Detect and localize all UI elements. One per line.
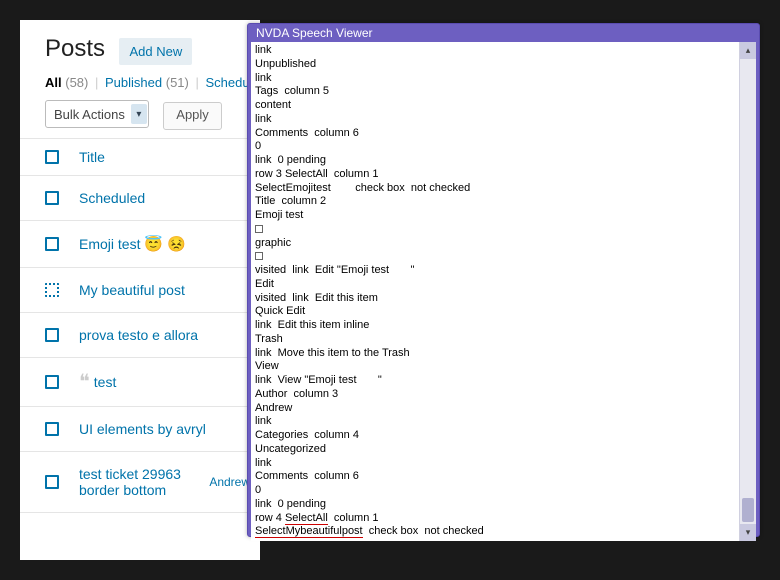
filter-all[interactable]: All [45, 75, 62, 90]
table-row: prova testo e allora [20, 312, 260, 357]
table-row: My beautiful post [20, 267, 260, 312]
apply-button[interactable]: Apply [163, 102, 222, 130]
posts-table: Title Scheduled Emoji test 😇 😣 My beauti… [20, 138, 260, 513]
page-header: Posts Add New [20, 20, 260, 75]
emoji-icon: 😇 😣 [144, 236, 186, 253]
row-checkbox[interactable] [45, 191, 59, 205]
column-title[interactable]: Title [79, 149, 105, 165]
filter-published-count: (51) [166, 75, 189, 90]
post-link[interactable]: test ticket 29963 border bottom [79, 466, 209, 498]
chevron-down-icon: ▾ [131, 104, 147, 124]
scroll-track[interactable] [740, 59, 756, 524]
post-link[interactable]: My beautiful post [79, 282, 185, 298]
row-checkbox[interactable] [45, 475, 59, 489]
post-link[interactable]: prova testo e allora [79, 327, 198, 343]
status-filters: All (58) | Published (51) | Schedu [20, 75, 260, 100]
bulk-actions-select[interactable]: Bulk Actions ▾ [45, 100, 149, 128]
row-checkbox-focused[interactable] [45, 283, 59, 297]
nvda-title: NVDA Speech Viewer [256, 26, 373, 40]
scroll-up-button[interactable]: ▴ [740, 42, 756, 59]
page-title: Posts [45, 35, 105, 63]
bulk-actions-row: Bulk Actions ▾ Apply [20, 100, 260, 138]
filter-published[interactable]: Published [105, 75, 162, 90]
table-row: test ticket 29963 border bottom Andrew [20, 451, 260, 513]
post-link[interactable]: Scheduled [79, 190, 145, 206]
row-checkbox[interactable] [45, 422, 59, 436]
scroll-thumb[interactable] [742, 498, 754, 522]
add-new-button[interactable]: Add New [119, 38, 192, 65]
table-row: Emoji test 😇 😣 [20, 220, 260, 267]
wordpress-posts-panel: Posts Add New All (58) | Published (51) … [20, 20, 260, 560]
filter-scheduled[interactable]: Schedu [206, 75, 250, 90]
scrollbar[interactable]: ▴ ▾ [739, 42, 756, 541]
row-checkbox[interactable] [45, 237, 59, 251]
post-link[interactable]: Emoji test 😇 😣 [79, 235, 186, 253]
table-row: ❝ test [20, 357, 260, 406]
row-checkbox[interactable] [45, 328, 59, 342]
select-all-checkbox[interactable] [45, 150, 59, 164]
table-row: UI elements by avryl [20, 406, 260, 451]
quote-format-icon: ❝ [79, 372, 90, 392]
post-link[interactable]: UI elements by avryl [79, 421, 206, 437]
nvda-speech-log[interactable]: linkUnpublishedlinkTags column 5contentl… [251, 42, 739, 541]
nvda-titlebar[interactable]: NVDA Speech Viewer [248, 24, 759, 42]
scroll-down-button[interactable]: ▾ [740, 524, 756, 541]
nvda-content-area: linkUnpublishedlinkTags column 5contentl… [251, 42, 756, 541]
post-link[interactable]: test [94, 374, 117, 390]
filter-all-count: (58) [65, 75, 88, 90]
nvda-speech-viewer-window: NVDA Speech Viewer linkUnpublishedlinkTa… [247, 23, 760, 537]
table-row: Scheduled [20, 175, 260, 220]
table-header-row: Title [20, 138, 260, 175]
row-checkbox[interactable] [45, 375, 59, 389]
